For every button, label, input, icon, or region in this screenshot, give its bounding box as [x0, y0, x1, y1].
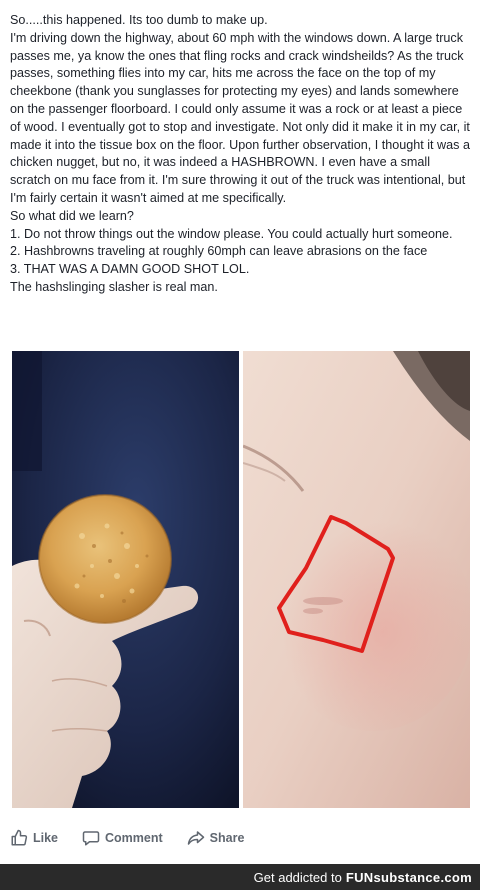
post-line: I'm driving down the highway, about 60 m… — [10, 30, 470, 205]
comment-icon — [82, 829, 100, 847]
cheek-image — [243, 351, 470, 808]
post-line: 2. Hashbrowns traveling at roughly 60mph… — [10, 244, 428, 259]
post-line: The hashslinging slasher is real man. — [10, 279, 218, 294]
post-line: So.....this happened. Its too dumb to ma… — [10, 13, 268, 27]
comment-button[interactable]: Comment — [82, 829, 163, 847]
like-label: Like — [33, 831, 59, 845]
hashbrown-image — [12, 351, 239, 808]
post-line: 1. Do not throw things out the window pl… — [10, 226, 453, 241]
share-label: Share — [209, 831, 245, 845]
share-arrow-icon — [187, 829, 205, 847]
post-actions: Like Comment Share — [0, 820, 480, 856]
post-line: 3. THAT WAS A DAMN GOOD SHOT LOL. — [10, 262, 250, 277]
comment-label: Comment — [105, 831, 163, 845]
post-line: So what did we learn? — [10, 208, 134, 223]
hashbrown-photo[interactable] — [12, 351, 239, 808]
footer-brand[interactable]: FUNsubstance.com — [346, 870, 472, 885]
cheek-scratch-photo[interactable] — [243, 351, 470, 808]
post-body: So.....this happened. Its too dumb to ma… — [10, 12, 472, 297]
thumbs-up-icon — [10, 829, 28, 847]
watermark-footer: Get addicted to FUNsubstance.com — [0, 864, 480, 890]
share-button[interactable]: Share — [187, 829, 245, 847]
footer-tagline: Get addicted to — [253, 869, 342, 885]
photo-grid — [12, 351, 470, 808]
like-button[interactable]: Like — [10, 829, 58, 847]
